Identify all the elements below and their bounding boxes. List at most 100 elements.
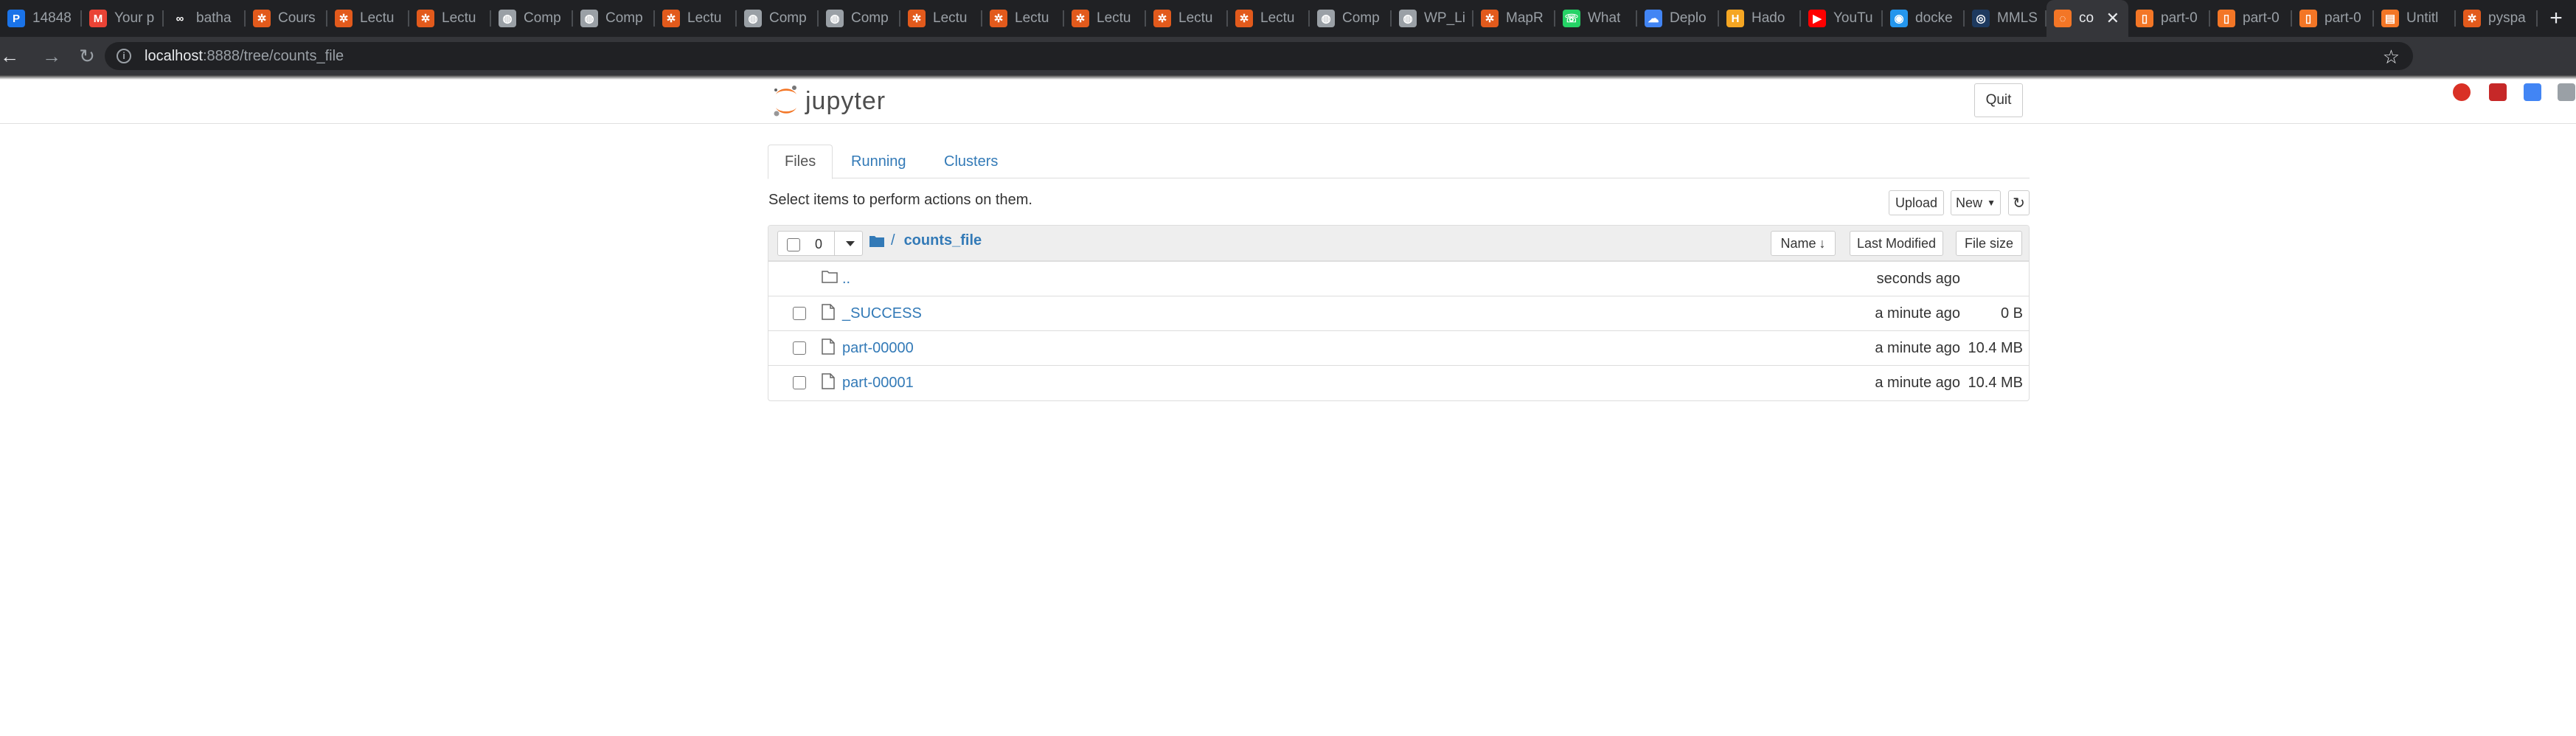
browser-tab[interactable]: ✲ Lectu: [982, 0, 1064, 37]
browser-tab[interactable]: ✲ Lectu: [327, 0, 409, 37]
browser-tab[interactable]: ◌ co ✕: [2046, 0, 2128, 37]
browser-tab-title: Hado: [1752, 10, 1785, 26]
browser-tab[interactable]: ✲ MapR: [1473, 0, 1555, 37]
spark-icon: ✲: [253, 10, 271, 27]
folder-icon[interactable]: [869, 235, 885, 248]
site-info-icon[interactable]: i: [117, 49, 131, 63]
browser-tab-title: Comp: [605, 10, 643, 26]
divider: [834, 232, 835, 255]
browser-tab[interactable]: ✲ Lectu: [1064, 0, 1146, 37]
spark-icon: ✲: [990, 10, 1007, 27]
file-icon: ▯: [2136, 10, 2153, 27]
sort-modified-button[interactable]: Last Modified: [1850, 231, 1943, 256]
sort-name-button[interactable]: Name ↓: [1771, 231, 1836, 256]
browser-tab[interactable]: ◍ Comp: [737, 0, 819, 37]
browser-tab[interactable]: ▯ part-0: [2128, 0, 2210, 37]
browser-tab[interactable]: ▯ part-0: [2292, 0, 2374, 37]
breadcrumb-current[interactable]: counts_file: [904, 232, 982, 249]
browser-tab[interactable]: ∞ batha: [164, 0, 246, 37]
browser-tab[interactable]: ◉ docke: [1883, 0, 1965, 37]
browser-tab[interactable]: ✲ Lectu: [1228, 0, 1310, 37]
browser-tab[interactable]: ☁ Deplo: [1637, 0, 1719, 37]
browser-tab[interactable]: ▤ Untitl: [2374, 0, 2456, 37]
address-bar[interactable]: i localhost :8888/tree/counts_file ☆: [105, 42, 2413, 70]
breadcrumb-root[interactable]: /: [891, 232, 895, 249]
browser-tab[interactable]: ✲ Lectu: [900, 0, 982, 37]
file-name-link[interactable]: _SUCCESS: [842, 305, 922, 322]
browser-tab-title: What: [1588, 10, 1621, 26]
upload-button[interactable]: Upload: [1889, 190, 1944, 215]
tab-running[interactable]: Running: [835, 145, 923, 178]
browser-tab[interactable]: ✲ Lectu: [409, 0, 491, 37]
file-row[interactable]: part-00000 a minute ago 10.4 MB: [768, 330, 2029, 365]
browser-tab[interactable]: ◍ Comp: [573, 0, 655, 37]
select-all-checkbox[interactable]: [787, 238, 800, 251]
globe-icon: ◍: [1399, 10, 1417, 27]
tab-files[interactable]: Files: [768, 145, 833, 179]
browser-tab-title: Untitl: [2406, 10, 2439, 26]
mmls-icon: ◎: [1972, 10, 1990, 27]
browser-tab-title: Deplo: [1670, 10, 1707, 26]
browser-tab[interactable]: ✲ pyspa: [2456, 0, 2538, 37]
new-label: New: [1956, 195, 1983, 210]
spark-icon: ✲: [662, 10, 680, 27]
file-list: 0 / counts_file Name ↓ Last Modified Fil…: [768, 225, 2030, 401]
browser-tab[interactable]: ◍ Comp: [491, 0, 573, 37]
caret-down-icon[interactable]: [846, 241, 855, 246]
browser-tab-title: Lectu: [687, 10, 722, 26]
file-icon: [822, 339, 835, 355]
new-dropdown-button[interactable]: New ▼: [1951, 190, 2001, 215]
browser-tab[interactable]: ◍ Comp: [819, 0, 900, 37]
browser-tab[interactable]: ✲ Lectu: [655, 0, 737, 37]
spark-icon: ✲: [908, 10, 926, 27]
file-name-link[interactable]: part-00001: [842, 375, 914, 392]
refresh-button[interactable]: ↻: [2008, 190, 2030, 215]
link-icon: ∞: [171, 10, 189, 27]
browser-tab-title: batha: [196, 10, 232, 26]
browser-tab[interactable]: ✲ Lectu: [1146, 0, 1228, 37]
browser-tab[interactable]: ▶ YouTu: [1801, 0, 1883, 37]
docker-icon: ◉: [1890, 10, 1908, 27]
url-path: :8888/tree/counts_file: [202, 47, 344, 64]
row-checkbox[interactable]: [793, 341, 806, 355]
browser-tab[interactable]: ▯ part-0: [2210, 0, 2292, 37]
browser-tab[interactable]: ◍ WP_Li: [1392, 0, 1473, 37]
file-size: 10.4 MB: [1968, 375, 2023, 391]
close-tab-icon[interactable]: ✕: [2106, 9, 2120, 28]
file-name-link[interactable]: part-00000: [842, 340, 914, 357]
browser-tab-title: Lectu: [1260, 10, 1295, 26]
file-name-link[interactable]: ..: [842, 271, 850, 288]
bookmark-star-icon[interactable]: ☆: [2383, 46, 2400, 69]
file-size: 0 B: [2000, 305, 2023, 322]
browser-tab[interactable]: ◍ Comp: [1310, 0, 1392, 37]
reload-icon[interactable]: ↻: [69, 45, 105, 68]
browser-tab-title: Lectu: [360, 10, 395, 26]
file-row[interactable]: _SUCCESS a minute ago 0 B: [768, 296, 2029, 330]
browser-tab[interactable]: ✲ Cours: [246, 0, 327, 37]
file-row[interactable]: part-00001 a minute ago 10.4 MB: [768, 365, 2029, 400]
new-tab-icon[interactable]: +: [2538, 0, 2575, 37]
jupyter-logo[interactable]: jupyter: [771, 84, 886, 118]
quit-button[interactable]: Quit: [1974, 83, 2023, 117]
file-modified: seconds ago: [1876, 271, 1960, 287]
browser-tab-title: Cours: [278, 10, 316, 26]
globe-icon: ◍: [826, 10, 844, 27]
back-icon[interactable]: ←: [0, 45, 19, 68]
jupyter-header: jupyter Quit: [0, 80, 2576, 124]
tab-clusters[interactable]: Clusters: [928, 145, 1014, 178]
browser-tab[interactable]: M Your p: [82, 0, 164, 37]
browser-tab[interactable]: P 14848: [0, 0, 82, 37]
row-checkbox[interactable]: [793, 307, 806, 320]
browser-tab[interactable]: ☏ What: [1555, 0, 1637, 37]
file-modified: a minute ago: [1875, 340, 1960, 356]
browser-tab[interactable]: H Hado: [1719, 0, 1801, 37]
sort-size-button[interactable]: File size: [1956, 231, 2022, 256]
dashboard-tabs: Files Running Clusters: [768, 145, 2030, 179]
browser-tab-title: part-0: [2243, 10, 2280, 26]
select-all-dropdown[interactable]: 0: [777, 231, 863, 256]
forward-icon[interactable]: →: [34, 45, 69, 68]
file-row[interactable]: .. seconds ago: [768, 261, 2029, 296]
browser-tab[interactable]: ◎ MMLS: [1965, 0, 2046, 37]
row-checkbox[interactable]: [793, 376, 806, 389]
browser-tab-title: MapR: [1506, 10, 1544, 26]
